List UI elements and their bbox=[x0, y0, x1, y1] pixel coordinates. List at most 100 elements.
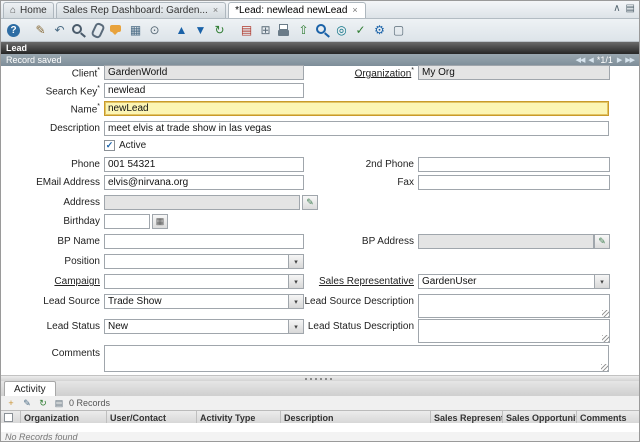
position-combo[interactable]: ▾ bbox=[104, 254, 304, 269]
position-label: Position bbox=[1, 256, 100, 267]
description-field[interactable] bbox=[104, 121, 609, 136]
collapse-tabs-icon[interactable]: ∧ bbox=[613, 3, 620, 14]
records-count: 0 Records bbox=[69, 398, 110, 408]
email-field[interactable] bbox=[104, 175, 304, 190]
close-tab-icon[interactable]: × bbox=[351, 6, 358, 15]
name-field[interactable] bbox=[104, 101, 609, 116]
tab-bar: ⌂ Home Sales Rep Dashboard: Garden... × … bbox=[1, 1, 639, 19]
check-requests-icon[interactable]: ✓ bbox=[352, 22, 369, 39]
previous-record-icon[interactable]: ◀ bbox=[588, 56, 592, 64]
help-icon[interactable]: ? bbox=[7, 24, 20, 37]
birthday-label: Birthday bbox=[1, 216, 100, 227]
lead-source-description-field[interactable] bbox=[418, 294, 610, 318]
sales-representative-field[interactable] bbox=[418, 274, 595, 289]
close-tab-icon[interactable]: × bbox=[212, 6, 219, 15]
fax-field[interactable] bbox=[418, 175, 610, 190]
tab-activity[interactable]: Activity bbox=[4, 381, 56, 396]
lead-window: ⌂ Home Sales Rep Dashboard: Garden... × … bbox=[0, 0, 640, 442]
tabbar-right-icons: ∧ ▤ bbox=[613, 3, 635, 14]
search-key-field[interactable] bbox=[104, 83, 304, 98]
position-field[interactable] bbox=[104, 254, 289, 269]
find-record-icon[interactable] bbox=[70, 22, 87, 39]
sales-representative-combo[interactable]: ▾ bbox=[418, 274, 610, 289]
bp-address-editor-button[interactable]: ✎ bbox=[594, 234, 610, 249]
search-key-label: Search Key* bbox=[1, 85, 100, 97]
campaign-label[interactable]: Campaign bbox=[1, 276, 100, 287]
client-field bbox=[104, 65, 304, 80]
description-label: Description bbox=[1, 123, 100, 134]
tab-home[interactable]: ⌂ Home bbox=[3, 2, 54, 18]
email-label: EMail Address bbox=[1, 177, 100, 188]
new-activity-icon[interactable]: + bbox=[5, 397, 17, 409]
chevron-down-icon[interactable]: ▾ bbox=[595, 274, 610, 289]
export-icon[interactable]: ⇧ bbox=[295, 22, 312, 39]
customize-icon[interactable]: ⚙ bbox=[371, 22, 388, 39]
lead-status-field[interactable] bbox=[104, 319, 289, 334]
refresh-activity-icon[interactable]: ↻ bbox=[37, 397, 49, 409]
chevron-down-icon[interactable]: ▾ bbox=[289, 254, 304, 269]
organization-label[interactable]: Organization* bbox=[284, 67, 414, 79]
campaign-field[interactable] bbox=[104, 274, 289, 289]
name-label: Name* bbox=[1, 103, 100, 115]
resize-grip-icon[interactable] bbox=[601, 364, 608, 371]
first-record-icon[interactable]: ◀◀ bbox=[576, 56, 585, 64]
splitter-grip-icon[interactable] bbox=[305, 378, 335, 380]
print-icon[interactable] bbox=[276, 22, 293, 39]
phone-field[interactable] bbox=[104, 157, 304, 172]
tab-sales-rep-dashboard[interactable]: Sales Rep Dashboard: Garden... × bbox=[56, 2, 226, 18]
comments-label: Comments bbox=[1, 348, 100, 359]
lead-status-description-label: Lead Status Description bbox=[284, 321, 414, 332]
address-label: Address bbox=[1, 197, 100, 208]
address-field bbox=[104, 195, 300, 210]
address-editor-button[interactable]: ✎ bbox=[302, 195, 318, 210]
report-icon[interactable]: ▤ bbox=[238, 22, 255, 39]
window-size-icon[interactable]: ▢ bbox=[390, 22, 407, 39]
edit-activity-icon[interactable]: ✎ bbox=[21, 397, 33, 409]
bp-address-field bbox=[418, 234, 594, 249]
resize-grip-icon[interactable] bbox=[602, 310, 609, 317]
lead-source-description-wrap bbox=[418, 294, 610, 318]
client-label: Client* bbox=[1, 67, 100, 79]
active-workflows-icon[interactable]: ◎ bbox=[333, 22, 350, 39]
calendar-icon[interactable]: ▦ bbox=[152, 214, 168, 229]
archive-icon[interactable]: ⊞ bbox=[257, 22, 274, 39]
next-record-icon[interactable]: ▶ bbox=[617, 56, 621, 64]
phone2-label: 2nd Phone bbox=[284, 159, 414, 170]
sales-representative-label[interactable]: Sales Representative bbox=[284, 276, 414, 287]
edit-record-icon[interactable]: ✎ bbox=[32, 22, 49, 39]
lead-source-combo[interactable]: ▾ bbox=[104, 294, 304, 309]
window-layout-icon[interactable]: ▤ bbox=[626, 3, 635, 14]
history-icon[interactable]: ⊙ bbox=[146, 22, 163, 39]
campaign-combo[interactable]: ▾ bbox=[104, 274, 304, 289]
last-record-icon[interactable]: ▶▶ bbox=[625, 56, 634, 64]
print-activity-icon[interactable]: ▤ bbox=[53, 397, 65, 409]
home-icon: ⌂ bbox=[10, 5, 16, 16]
chat-icon[interactable] bbox=[108, 22, 125, 39]
active-checkbox[interactable]: ✓ Active bbox=[104, 140, 146, 151]
detail-tab-strip: Activity bbox=[1, 381, 639, 397]
lead-source-field[interactable] bbox=[104, 294, 289, 309]
grid-toggle-icon[interactable]: ▦ bbox=[127, 22, 144, 39]
resize-grip-icon[interactable] bbox=[602, 335, 609, 342]
comments-field[interactable] bbox=[104, 345, 609, 372]
lead-status-description-field[interactable] bbox=[418, 319, 610, 343]
main-toolbar: ? ✎ ↶ ▦ ⊙ ▲ ▼ ↻ ▤ ⊞ ⇧ ◎ ✓ ⚙ ▢ bbox=[1, 19, 639, 42]
birthday-field[interactable] bbox=[104, 214, 150, 229]
undo-changes-icon[interactable]: ↶ bbox=[51, 22, 68, 39]
activity-toolbar: + ✎ ↻ ▤ 0 Records bbox=[1, 396, 639, 411]
tab-lead[interactable]: *Lead: newlead newLead × bbox=[228, 2, 366, 18]
lead-source-label: Lead Source bbox=[1, 296, 100, 307]
checkbox-check-icon: ✓ bbox=[104, 140, 115, 151]
lead-status-combo[interactable]: ▾ bbox=[104, 319, 304, 334]
activity-table-footer: No Records found bbox=[1, 432, 639, 441]
parent-record-icon[interactable]: ▲ bbox=[173, 22, 190, 39]
window-title: Lead bbox=[6, 43, 27, 53]
zoom-across-icon[interactable] bbox=[314, 22, 331, 39]
attachment-icon[interactable] bbox=[89, 22, 106, 39]
record-navigation: ◀◀ ◀ *1/1 ▶ ▶▶ bbox=[576, 55, 634, 65]
refresh-icon[interactable]: ↻ bbox=[211, 22, 228, 39]
detail-record-icon[interactable]: ▼ bbox=[192, 22, 209, 39]
phone2-field[interactable] bbox=[418, 157, 610, 172]
bp-name-field[interactable] bbox=[104, 234, 304, 249]
status-message: Record saved bbox=[6, 55, 576, 65]
